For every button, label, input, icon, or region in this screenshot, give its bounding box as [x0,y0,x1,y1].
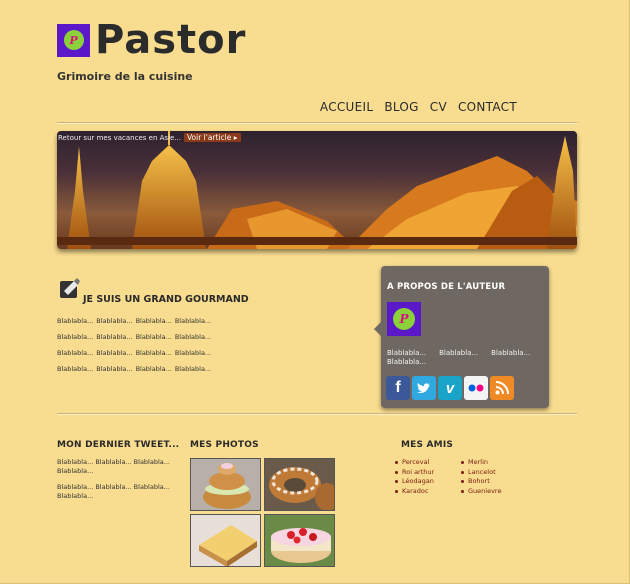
vimeo-icon[interactable]: v [438,376,462,400]
gourmand-heading: JE SUIS UN GRAND GOURMAND [83,294,249,305]
friend-link[interactable]: Merlin [461,458,521,468]
tart-slice-photo[interactable] [190,514,261,567]
gourmand-text-cell: Blablabla... [135,333,172,341]
pen-box-icon [60,278,80,298]
hero-banner[interactable]: Retour sur mes vacances en Asie... Voir … [57,131,577,249]
gourmand-text: Blablabla... Blablabla... Blablabla... B… [57,317,211,373]
site-logo[interactable]: P Pastor [57,20,246,60]
friend-link[interactable]: Karadoc [395,487,461,497]
hero-caption: Retour sur mes vacances en Asie... Voir … [58,133,241,142]
friend-link[interactable]: Perceval [395,458,461,468]
author-text: Blablabla... Blablabla... Blablabla... B… [387,349,547,367]
friends-heading: MES AMIS [401,440,454,450]
gourmand-text-cell: Blablabla... [96,317,133,325]
tweet-heading: MON DERNIER TWEET... [57,440,180,450]
friends-list: Perceval Merlin Roi arthur Lancelot Léod… [395,458,521,496]
friend-link[interactable]: Léodagan [395,477,461,487]
paris-brest-photo[interactable] [264,458,335,511]
author-text-item: Blablabla... [439,349,479,357]
rss-icon[interactable] [490,376,514,400]
gourmand-text-cell: Blablabla... [174,333,212,341]
author-text-item: Blablabla... [491,349,531,357]
divider [57,413,577,415]
author-text-item: Blablabla... [387,358,427,366]
author-avatar-letter: P [393,308,415,330]
flickr-icon[interactable] [464,376,488,400]
gourmand-text-cell: Blablabla... [57,349,94,357]
tweet-paragraph: Blablabla... Blablabla... Blablabla... B… [57,458,170,475]
gourmand-text-cell: Blablabla... [57,317,94,325]
gourmand-text-cell: Blablabla... [174,365,212,373]
gourmand-text-cell: Blablabla... [96,365,133,373]
divider [57,122,577,124]
gourmand-text-cell: Blablabla... [57,365,94,373]
friend-link[interactable]: Roi arthur [395,468,461,478]
gourmand-text-cell: Blablabla... [96,333,133,341]
friend-link[interactable]: Bohort [461,477,521,487]
author-heading: A PROPOS DE L'AUTEUR [387,282,506,292]
hero-caption-text: Retour sur mes vacances en Asie... [58,133,181,142]
nav-item-contact[interactable]: CONTACT [458,100,517,114]
facebook-icon[interactable]: f [386,376,410,400]
author-text-item: Blablabla... [387,349,427,357]
gourmand-text-cell: Blablabla... [174,317,212,325]
nav-item-cv[interactable]: CV [430,100,447,114]
author-avatar: P [387,302,421,336]
tweet-content: Blablabla... Blablabla... Blablabla... B… [57,458,182,508]
friend-link[interactable]: Guenievre [461,487,521,497]
nav-item-accueil[interactable]: ACCUEIL [320,100,373,114]
gourmand-text-cell: Blablabla... [174,349,212,357]
friend-link[interactable]: Lancelot [461,468,521,478]
photo-gallery [190,458,335,567]
logo-letter: P [63,30,84,50]
site-tagline: Grimoire de la cuisine [57,70,193,83]
gourmand-text-cell: Blablabla... [135,365,172,373]
photos-heading: MES PHOTOS [190,440,259,450]
gourmand-text-cell: Blablabla... [96,349,133,357]
logo-badge-icon: P [57,23,90,57]
gourmand-text-cell: Blablabla... [135,317,172,325]
main-nav: ACCUEIL BLOG CV CONTACT [320,100,517,114]
social-links: f v [386,376,514,400]
page: P Pastor Grimoire de la cuisine ACCUEIL … [0,0,630,584]
temple-illustration [57,131,577,249]
gourmand-text-cell: Blablabla... [57,333,94,341]
cream-puff-photo[interactable] [190,458,261,511]
author-box: A PROPOS DE L'AUTEUR P Blablabla... Blab… [374,266,549,408]
site-title: Pastor [95,17,247,63]
twitter-icon[interactable] [412,376,436,400]
read-article-link[interactable]: Voir l'article ▸ [183,133,241,142]
nav-item-blog[interactable]: BLOG [384,100,418,114]
strawberry-cake-photo[interactable] [264,514,335,567]
tweet-paragraph: Blablabla... Blablabla... Blablabla... B… [57,483,170,500]
gourmand-text-cell: Blablabla... [135,349,172,357]
